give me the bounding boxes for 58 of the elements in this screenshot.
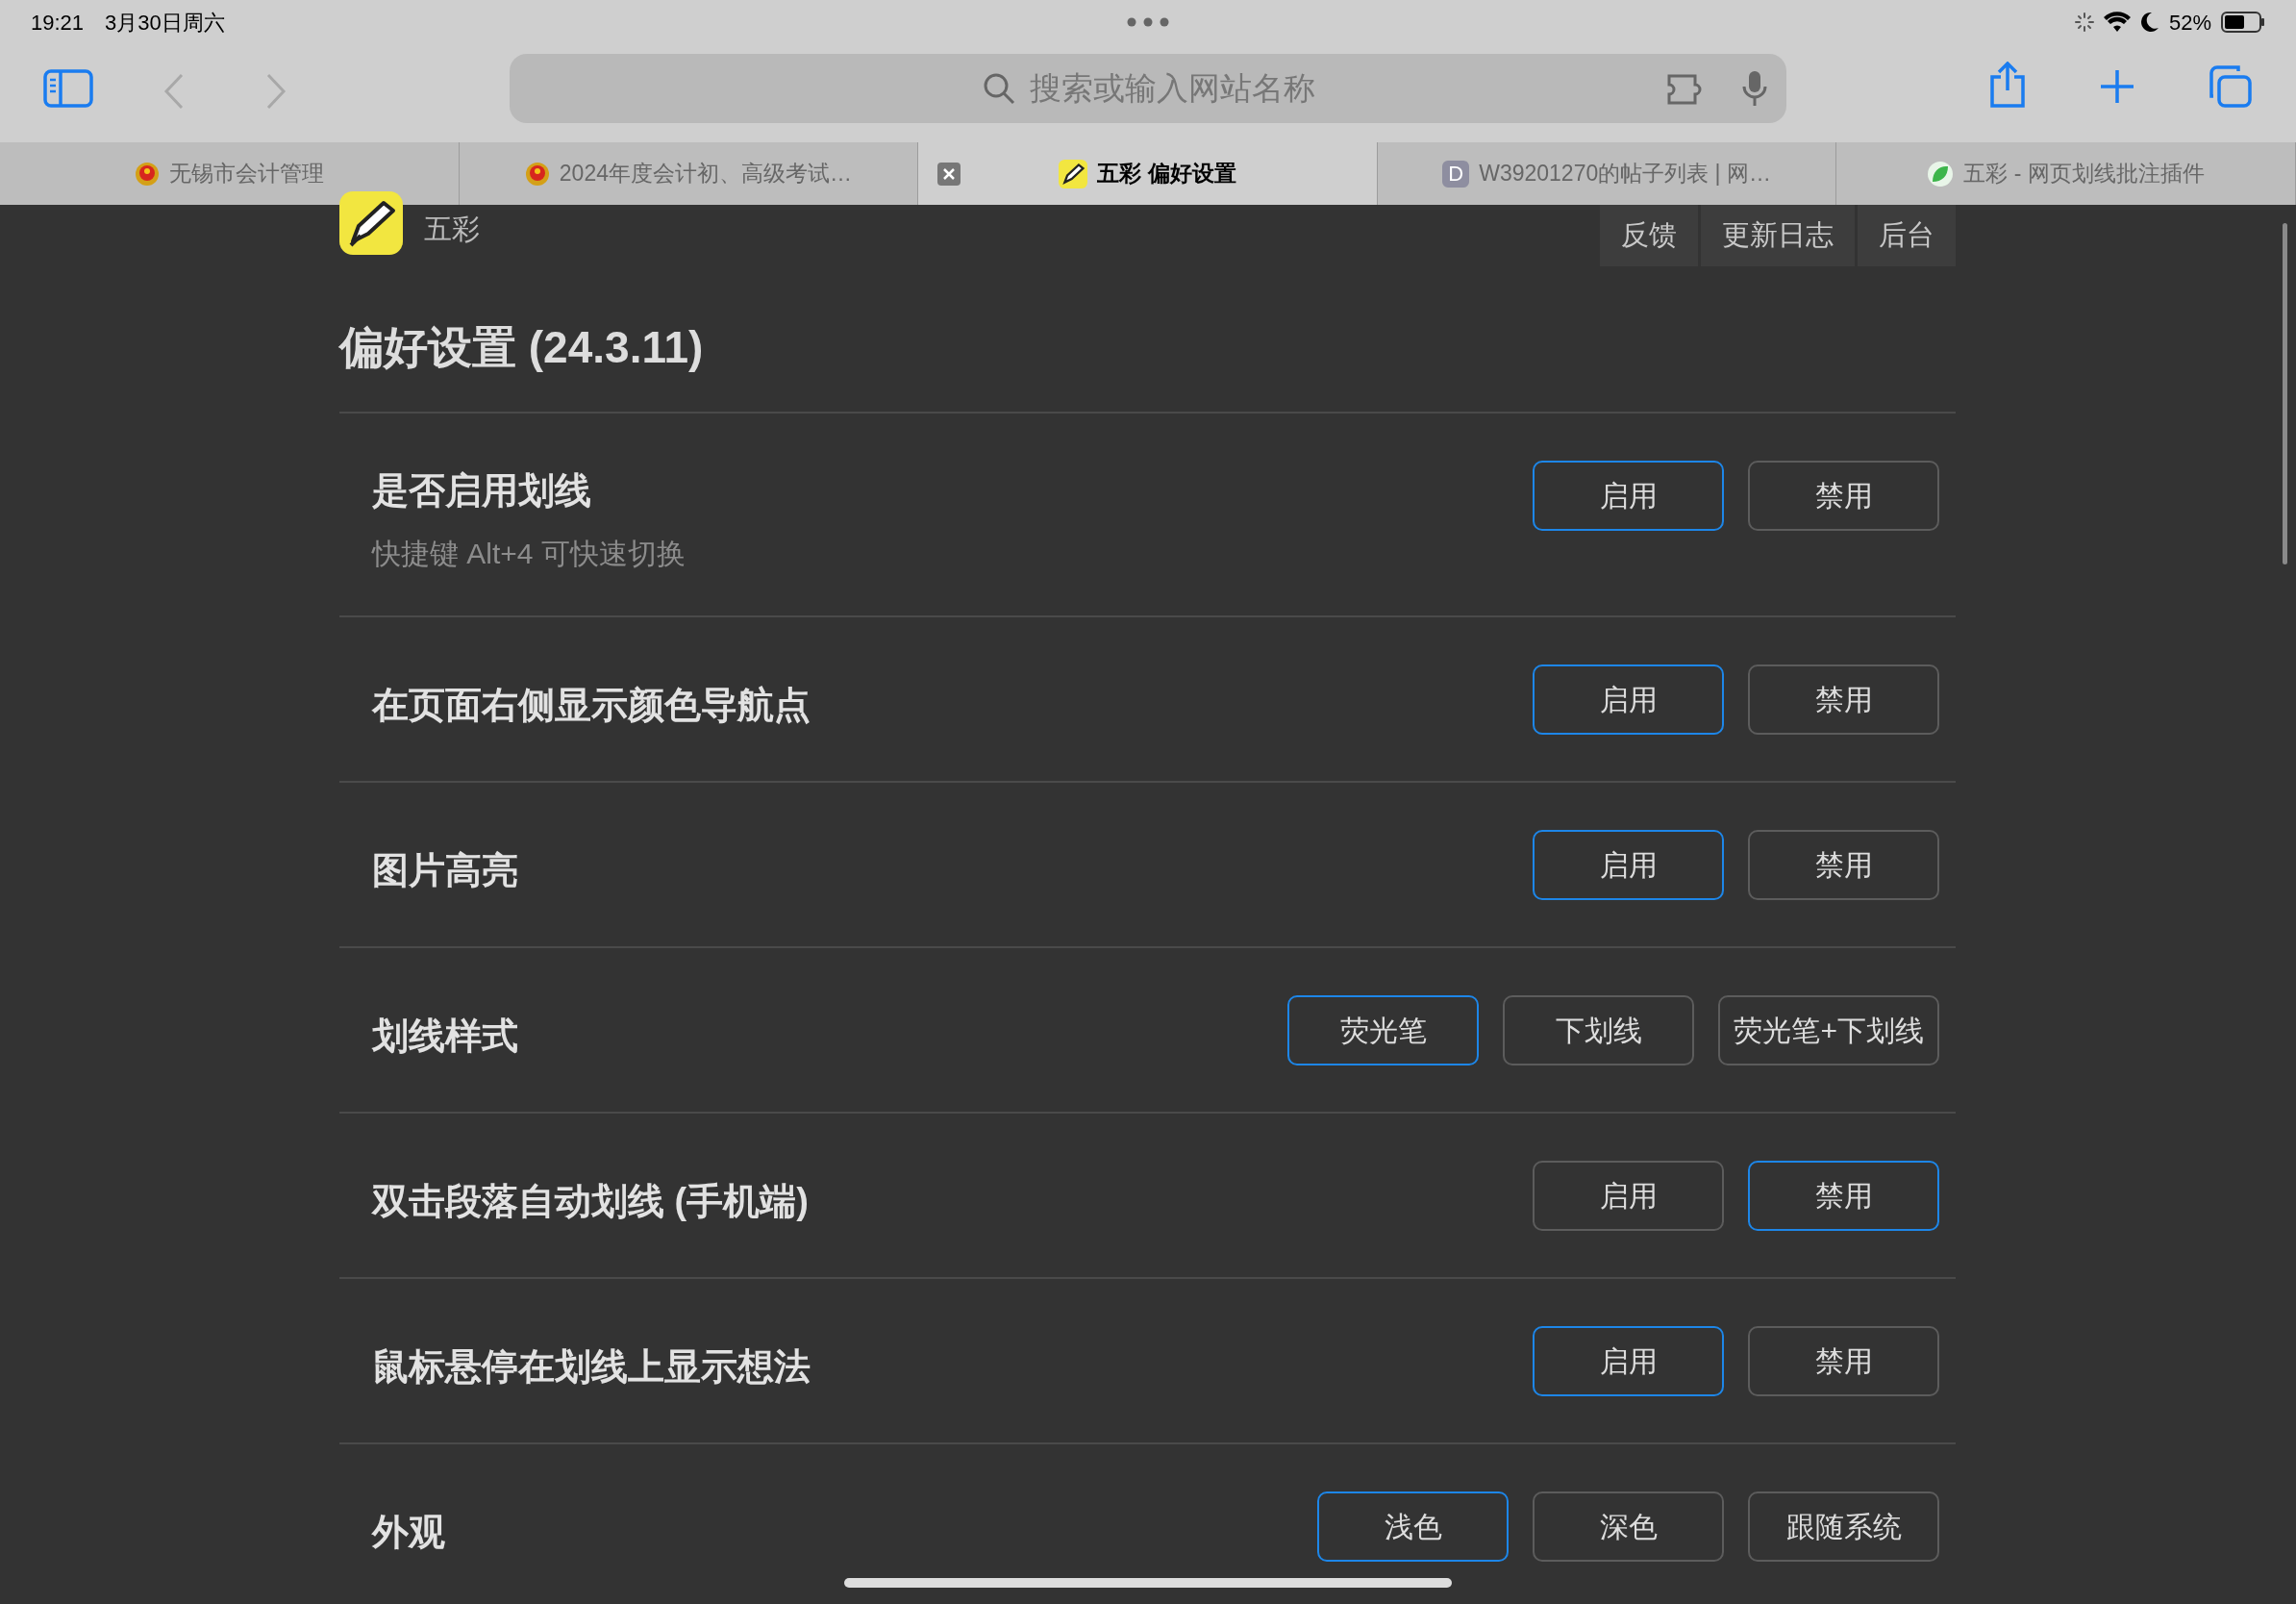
- site-favicon: D: [1442, 160, 1470, 188]
- setting-title: 鼠标悬停在划线上显示想法: [372, 1344, 811, 1389]
- moon-icon: [2139, 12, 2159, 33]
- forward-icon[interactable]: [265, 73, 287, 110]
- sidebar-icon[interactable]: [43, 69, 93, 108]
- option-button[interactable]: 启用: [1533, 460, 1724, 531]
- leaf-icon: [1927, 160, 1955, 188]
- option-button[interactable]: 荧光笔: [1287, 994, 1480, 1065]
- setting-title: 划线样式: [372, 1014, 518, 1058]
- setting-title: 图片高亮: [372, 848, 518, 892]
- browser-tab[interactable]: 五彩 偏好设置: [918, 142, 1378, 205]
- option-button[interactable]: 荧光笔+下划线: [1718, 994, 1939, 1065]
- setting-title: 是否启用划线: [372, 469, 592, 513]
- status-time: 19:21: [31, 9, 85, 37]
- microphone-icon[interactable]: [1742, 69, 1767, 108]
- back-icon[interactable]: [163, 73, 185, 110]
- tab-title: 五彩 偏好设置: [1097, 160, 1236, 188]
- option-button[interactable]: 启用: [1533, 829, 1724, 900]
- option-button[interactable]: 浅色: [1317, 1491, 1509, 1562]
- option-button[interactable]: 禁用: [1748, 664, 1939, 735]
- tabs-overview-icon[interactable]: [2208, 65, 2252, 108]
- pen-icon: [1059, 159, 1088, 188]
- app-logo: [339, 191, 403, 255]
- option-button[interactable]: 跟随系统: [1748, 1491, 1939, 1562]
- tab-title: 无锡市会计管理: [168, 160, 324, 188]
- page-heading: 偏好设置 (24.3.11): [339, 321, 705, 374]
- option-button[interactable]: 下划线: [1503, 994, 1695, 1065]
- nav-link[interactable]: 反馈: [1600, 205, 1698, 266]
- status-date: 3月30日周六: [105, 9, 225, 37]
- option-button[interactable]: 启用: [1533, 1160, 1724, 1231]
- tab-title: 2024年度会计初、高级考试…: [559, 160, 852, 188]
- setting-title: 在页面右侧显示颜色导航点: [372, 683, 811, 727]
- emblem-icon: [524, 161, 550, 187]
- setting-title: 外观: [372, 1510, 445, 1554]
- option-button[interactable]: 启用: [1533, 1325, 1724, 1396]
- tab-title: 五彩 - 网页划线批注插件: [1963, 160, 2205, 188]
- option-button[interactable]: 禁用: [1748, 460, 1939, 531]
- battery-percent: 52%: [2168, 9, 2211, 37]
- nav-link[interactable]: 后台: [1858, 205, 1956, 266]
- close-icon[interactable]: [937, 163, 961, 186]
- emblem-icon: [134, 161, 160, 187]
- battery-icon: [2221, 12, 2265, 33]
- brand-name: 五彩: [424, 213, 480, 247]
- activity-icon: [2074, 13, 2094, 32]
- share-icon[interactable]: [1988, 62, 2027, 108]
- option-button[interactable]: 深色: [1533, 1491, 1724, 1562]
- nav-link[interactable]: 更新日志: [1701, 205, 1855, 266]
- setting-hint: 快捷键 Alt+4 可快速切换: [372, 537, 686, 571]
- option-button[interactable]: 启用: [1533, 664, 1724, 735]
- option-button[interactable]: 禁用: [1748, 1160, 1939, 1231]
- tab-title: W39201270的帖子列表 | 网…: [1479, 160, 1771, 188]
- wifi-icon: [2103, 12, 2131, 33]
- more-icon[interactable]: [1127, 17, 1169, 27]
- new-tab-icon[interactable]: [2100, 69, 2134, 104]
- search-placeholder: 搜索或输入网站名称: [1029, 69, 1315, 109]
- option-button[interactable]: 禁用: [1748, 1325, 1939, 1396]
- option-button[interactable]: 禁用: [1748, 829, 1939, 900]
- setting-title: 双击段落自动划线 (手机端): [372, 1179, 809, 1223]
